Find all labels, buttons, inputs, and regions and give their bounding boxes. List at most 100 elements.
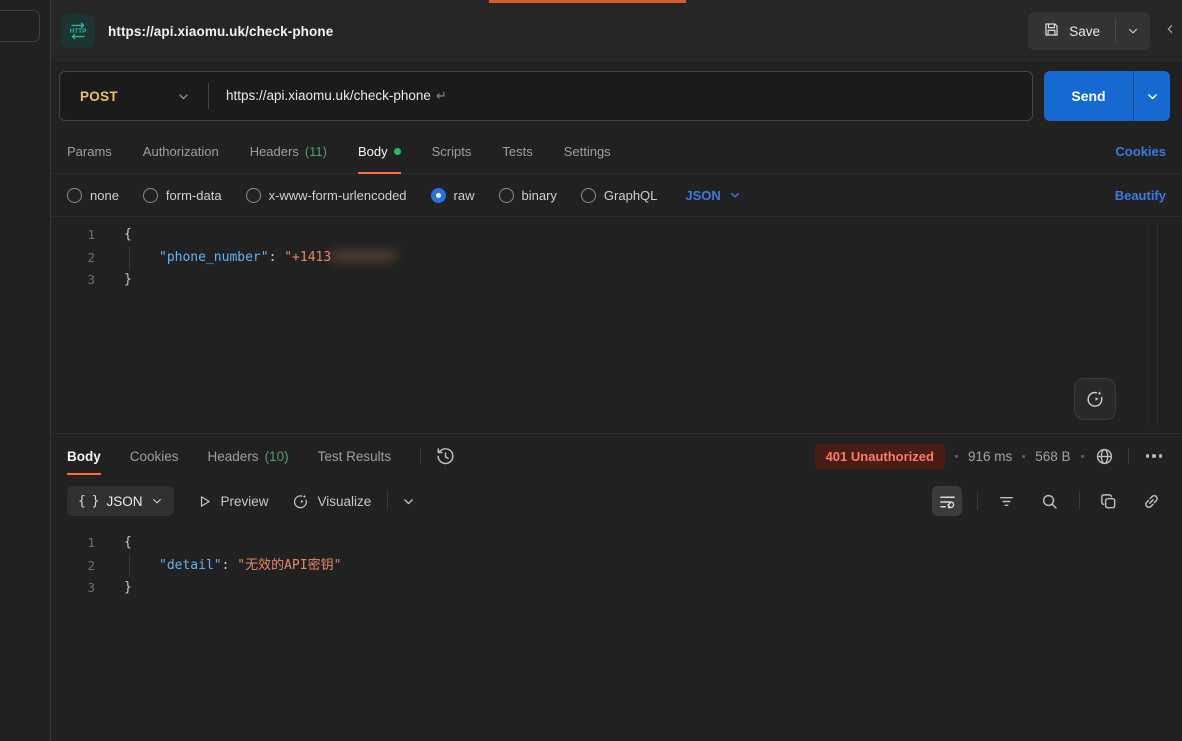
tab-label: Test Results — [318, 449, 392, 464]
response-history-button[interactable] — [435, 434, 456, 478]
tab-scripts[interactable]: Scripts — [432, 130, 472, 173]
wrap-text-button[interactable] — [932, 486, 962, 516]
tab-label: Authorization — [143, 144, 219, 159]
active-tab-indicator — [489, 0, 686, 3]
line-number: 1 — [51, 532, 95, 555]
play-icon — [196, 493, 213, 510]
radio-form-data[interactable]: form-data — [143, 188, 222, 203]
format-options-button[interactable] — [402, 495, 415, 508]
http-request-icon: HTTP — [61, 14, 95, 48]
filter-button[interactable] — [991, 486, 1021, 516]
json-value-redacted: 5XXXXXX" — [331, 250, 402, 265]
preview-button[interactable]: Preview — [196, 493, 269, 510]
response-tab-cookies[interactable]: Cookies — [130, 434, 179, 478]
send-options-button[interactable] — [1134, 71, 1170, 121]
method-label: POST — [80, 89, 118, 104]
radio-label: GraphQL — [604, 188, 657, 203]
json-value: "无效的API密钥" — [237, 558, 341, 573]
request-title: https://api.xiaomu.uk/check-phone — [108, 24, 333, 39]
raw-format-select[interactable]: JSON — [685, 188, 740, 203]
tab-headers[interactable]: Headers(11) — [250, 130, 327, 173]
url-builder-row: POST https://api.xiaomu.uk/check-phone↵ … — [51, 62, 1182, 130]
send-split-button: Send — [1044, 71, 1170, 121]
radio-circle — [67, 188, 82, 203]
url-input[interactable]: https://api.xiaomu.uk/check-phone↵ — [209, 88, 464, 104]
search-button[interactable] — [1034, 486, 1064, 516]
indent-guide — [129, 247, 130, 270]
response-tab-test-results[interactable]: Test Results — [318, 434, 392, 478]
url-container: POST https://api.xiaomu.uk/check-phone↵ — [59, 71, 1033, 121]
response-time[interactable]: 916 ms — [968, 449, 1012, 464]
tab-settings[interactable]: Settings — [564, 130, 611, 173]
save-split-button: Save — [1028, 12, 1150, 50]
status-badge[interactable]: 401 Unauthorized — [815, 444, 945, 469]
visualize-button[interactable]: Visualize — [291, 492, 372, 511]
code-line: 2 "phone_number": "+14135XXXXXX" — [51, 247, 1182, 270]
code-line: 1 { — [51, 532, 1182, 555]
body-modified-dot — [394, 148, 401, 155]
response-header: Body Cookies Headers(10) Test Results 40… — [51, 433, 1182, 478]
left-sidebar — [0, 0, 51, 741]
editor-scrollbar[interactable] — [1157, 223, 1158, 427]
radio-binary[interactable]: binary — [499, 188, 557, 203]
tab-label: Tests — [502, 144, 532, 159]
beautify-link[interactable]: Beautify — [1115, 188, 1166, 203]
svg-text:HTTP: HTTP — [70, 28, 87, 35]
divider — [1079, 492, 1080, 510]
layout-toggle-icon[interactable] — [1164, 22, 1172, 41]
line-number: 3 — [51, 269, 95, 292]
radio-label: binary — [522, 188, 557, 203]
json-value-visible: "+1413 — [284, 250, 331, 265]
tab-label: Cookies — [130, 449, 179, 464]
tab-label: Body — [67, 449, 101, 464]
copy-button[interactable] — [1093, 486, 1123, 516]
cookies-link[interactable]: Cookies — [1115, 144, 1166, 159]
radio-circle — [581, 188, 596, 203]
code-content: } — [124, 577, 132, 600]
line-number: 3 — [51, 577, 95, 600]
postbot-button[interactable] — [1074, 378, 1116, 420]
radio-x-www-form-urlencoded[interactable]: x-www-form-urlencoded — [246, 188, 407, 203]
tab-params[interactable]: Params — [67, 130, 112, 173]
response-format-select[interactable]: { } JSON — [67, 486, 174, 516]
json-key: "detail" — [159, 558, 222, 573]
radio-none[interactable]: none — [67, 188, 119, 203]
tab-label: Params — [67, 144, 112, 159]
response-size[interactable]: 568 B — [1035, 449, 1070, 464]
save-options-button[interactable] — [1116, 12, 1150, 50]
sidebar-collapsed-item[interactable] — [0, 10, 40, 42]
tab-body[interactable]: Body — [358, 130, 401, 173]
tab-label: Headers — [250, 144, 299, 159]
editor-scrollbar-track[interactable] — [1147, 223, 1148, 427]
response-tab-body[interactable]: Body — [67, 434, 101, 478]
tab-authorization[interactable]: Authorization — [143, 130, 219, 173]
json-colon: : — [269, 250, 285, 265]
body-type-row: none form-data x-www-form-urlencoded raw… — [51, 174, 1182, 216]
network-globe-icon[interactable] — [1094, 446, 1115, 467]
response-toolbar: { } JSON Preview Visualize — [51, 478, 1182, 524]
tab-label: Headers — [208, 449, 259, 464]
response-tab-headers[interactable]: Headers(10) — [208, 434, 289, 478]
response-body-editor[interactable]: 1 { 2 "detail": "无效的API密钥" 3 } — [51, 524, 1182, 741]
radio-graphql[interactable]: GraphQL — [581, 188, 657, 203]
more-options-button[interactable] — [1142, 450, 1167, 462]
send-button[interactable]: Send — [1044, 71, 1133, 121]
request-body-editor[interactable]: 1 { 2 "phone_number": "+14135XXXXXX" 3 } — [51, 216, 1182, 433]
radio-label: form-data — [166, 188, 222, 203]
method-select[interactable]: POST — [60, 72, 208, 120]
radio-raw[interactable]: raw — [431, 188, 475, 203]
dot-separator — [1081, 455, 1084, 458]
tab-label: Settings — [564, 144, 611, 159]
radio-circle-selected — [431, 188, 446, 203]
filter-icon — [997, 492, 1016, 511]
dot-separator — [1022, 455, 1025, 458]
tab-tests[interactable]: Tests — [502, 130, 532, 173]
radio-label: x-www-form-urlencoded — [269, 188, 407, 203]
radio-circle — [246, 188, 261, 203]
response-format-label: JSON — [106, 494, 142, 509]
indent-guide — [129, 555, 130, 578]
save-button[interactable]: Save — [1028, 12, 1115, 50]
radio-label: raw — [454, 188, 475, 203]
code-content: } — [124, 269, 132, 292]
share-link-button[interactable] — [1136, 486, 1166, 516]
